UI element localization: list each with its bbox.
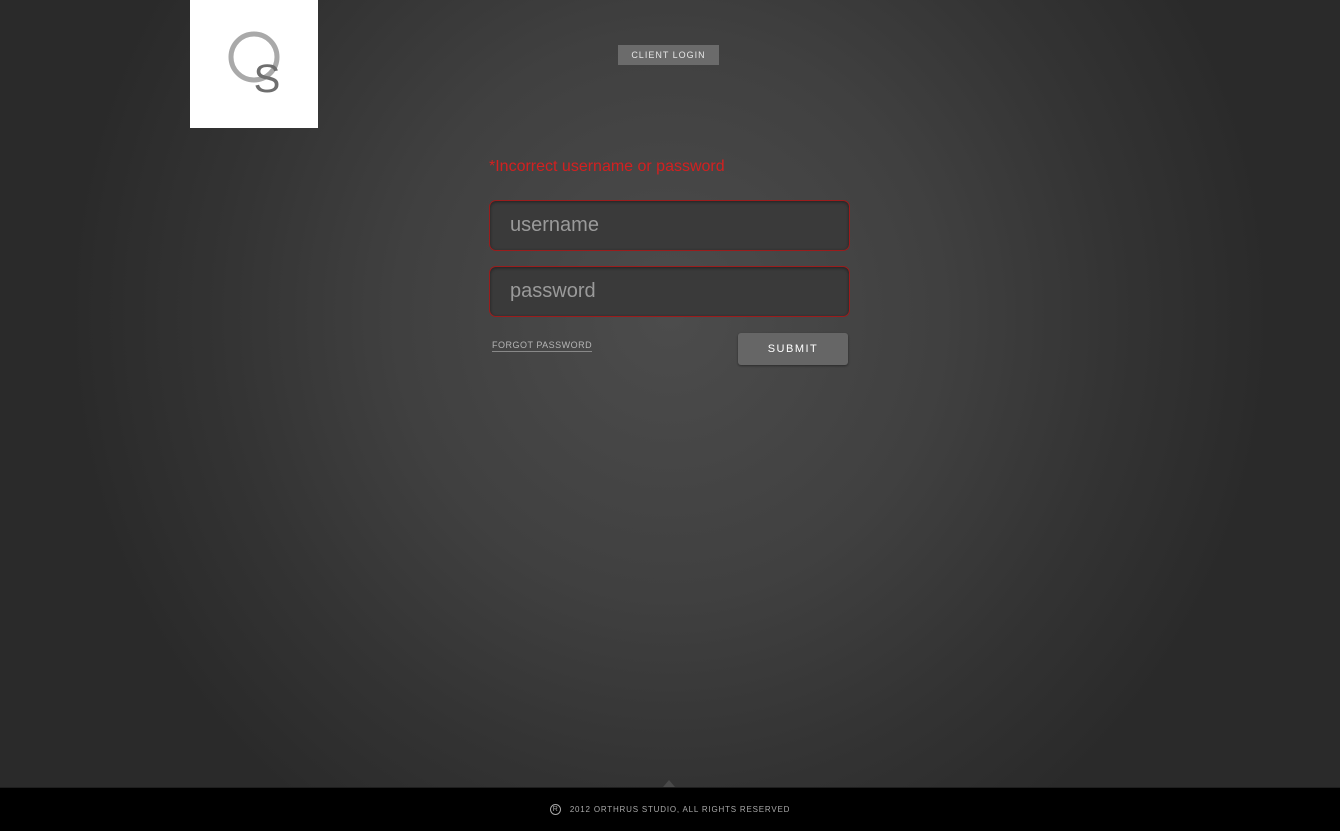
username-input[interactable]: [490, 201, 849, 250]
username-field-wrapper: [489, 200, 850, 251]
footer-expand-arrow-icon[interactable]: [663, 780, 675, 787]
svg-text:S: S: [254, 57, 281, 101]
footer-copyright-row: R 2012 ORTHRUS STUDIO, ALL RIGHTS RESERV…: [0, 788, 1340, 830]
login-error-message: *Incorrect username or password: [489, 158, 725, 175]
logo[interactable]: S: [190, 0, 318, 128]
forgot-password-link[interactable]: FORGOT PASSWORD: [492, 340, 593, 352]
footer: R 2012 ORTHRUS STUDIO, ALL RIGHTS RESERV…: [0, 787, 1340, 831]
os-logo-icon: S: [228, 31, 281, 101]
password-field-wrapper: [489, 266, 850, 317]
password-input[interactable]: [490, 267, 849, 316]
client-login-button[interactable]: CLIENT LOGIN: [618, 45, 719, 65]
copyright-text: 2012 ORTHRUS STUDIO, ALL RIGHTS RESERVED: [569, 804, 791, 814]
submit-button[interactable]: SUBMIT: [738, 333, 848, 365]
registered-icon: R: [549, 803, 561, 815]
